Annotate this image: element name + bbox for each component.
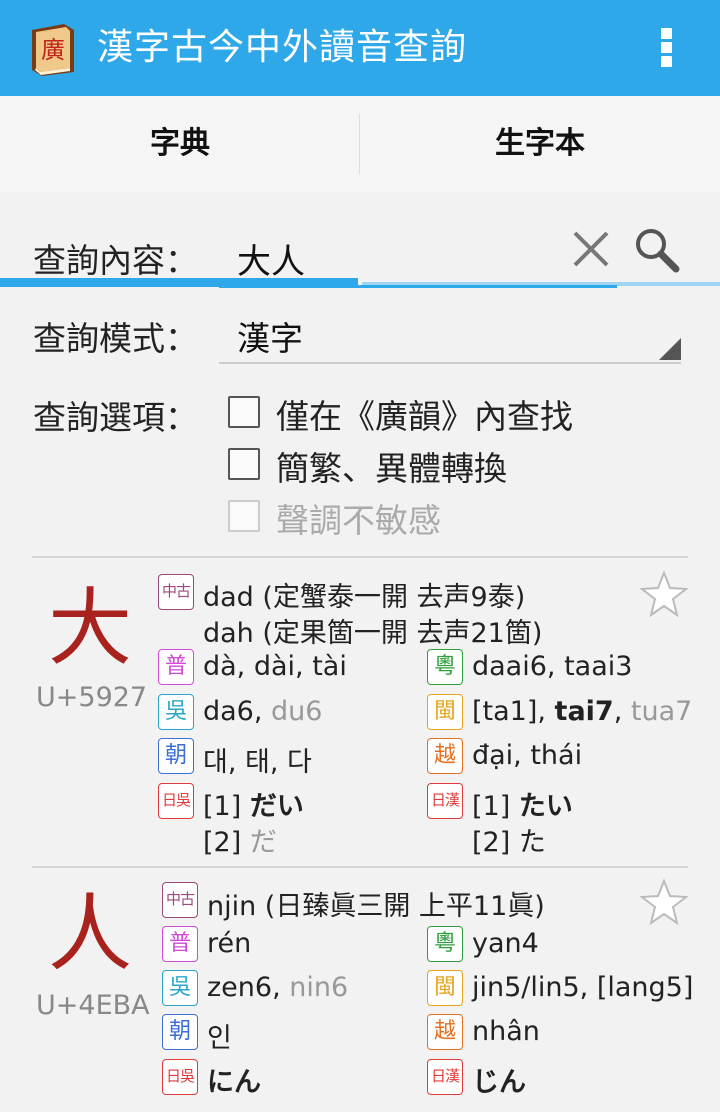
query-field[interactable]: 大人 — [219, 220, 617, 288]
mandarin-badge: 普 — [162, 926, 198, 962]
tab-vocabulary[interactable]: 生字本 — [360, 96, 720, 192]
entry-character: 人 — [47, 885, 132, 983]
korean-reading: 대, 태, 다 — [203, 747, 312, 778]
japanese-kan-on-badge: 日漢 — [427, 1059, 463, 1095]
option-guangyun-label[interactable]: 僅在《廣韻》內查找 — [276, 390, 573, 438]
japanese-go-on-badge: 日吳 — [158, 783, 194, 819]
entry-unicode: U+4EBA — [36, 990, 150, 1021]
entry-unicode: U+5927 — [36, 682, 148, 713]
mode-label: 查詢模式： — [33, 319, 198, 358]
cantonese-reading: yan4 — [472, 928, 539, 959]
option-tone-checkbox — [228, 500, 260, 532]
jp-go-reading: にん — [207, 1067, 261, 1098]
app-bar: 廣 漢字古今中外讀音查詢 — [0, 0, 720, 96]
mc-reading: dad (定蟹泰一開 去声9泰) — [203, 582, 526, 613]
divider — [32, 866, 688, 868]
option-convert-checkbox[interactable] — [228, 448, 260, 480]
vietnamese-reading: nhân — [472, 1016, 540, 1047]
korean-badge: 朝 — [162, 1014, 198, 1050]
cantonese-reading: daai6, taai3 — [472, 651, 633, 682]
jp-go-reading: [1] だい — [203, 791, 304, 822]
option-guangyun-checkbox[interactable] — [228, 396, 260, 428]
tab-dictionary[interactable]: 字典 — [0, 96, 360, 192]
mc-reading: njin (日臻眞三開 上平11眞) — [207, 891, 545, 922]
mode-value: 漢字 — [237, 319, 303, 358]
cantonese-badge: 粵 — [427, 926, 463, 962]
wu-badge: 吳 — [162, 970, 198, 1006]
wu-badge: 吳 — [158, 694, 194, 730]
cantonese-badge: 粵 — [427, 649, 463, 685]
clear-icon[interactable] — [570, 228, 612, 270]
options-label: 查詢選項： — [33, 398, 198, 437]
svg-text:廣: 廣 — [41, 36, 65, 64]
jp-kan-reading: じん — [472, 1067, 526, 1098]
minnan-reading: [ta1], tai7, tua7 — [472, 696, 693, 727]
jp-kan-reading: [2] た — [472, 827, 546, 858]
search-icon[interactable] — [631, 225, 681, 275]
mc-reading: dah (定果箇一開 去声21箇) — [203, 618, 543, 649]
japanese-go-on-badge: 日吳 — [162, 1059, 198, 1095]
korean-reading: 인 — [207, 1023, 232, 1054]
book-icon: 廣 — [32, 24, 74, 76]
dropdown-arrow-icon — [659, 338, 681, 360]
option-tone-label: 聲調不敏感 — [276, 501, 441, 540]
star-icon[interactable] — [640, 878, 688, 926]
korean-badge: 朝 — [158, 738, 194, 774]
wu-reading: zen6, nin6 — [207, 972, 349, 1003]
tab-bar: 字典 生字本 — [0, 96, 720, 287]
minnan-reading: jin5/lin5, [lang5] — [472, 972, 694, 1003]
middle-chinese-badge: 中古 — [158, 574, 194, 610]
jp-go-reading: [2] だ — [203, 827, 277, 858]
divider — [32, 556, 688, 558]
mandarin-reading: dà, dài, tài — [203, 651, 347, 682]
entry-character: 大 — [47, 579, 132, 677]
query-input[interactable]: 大人 — [237, 234, 305, 283]
japanese-kan-on-badge: 日漢 — [427, 783, 463, 819]
minnan-badge: 閩 — [427, 694, 463, 730]
vietnamese-reading: đại, thái — [472, 740, 583, 771]
app-title: 漢字古今中外讀音查詢 — [97, 27, 468, 68]
middle-chinese-badge: 中古 — [162, 882, 198, 918]
wu-reading: da6, du6 — [203, 696, 323, 727]
mode-select[interactable]: 漢字 — [219, 306, 681, 364]
overflow-menu-icon[interactable] — [658, 28, 674, 72]
minnan-badge: 閩 — [427, 970, 463, 1006]
option-convert-label[interactable]: 簡繁、異體轉換 — [276, 442, 507, 490]
mandarin-badge: 普 — [158, 649, 194, 685]
vietnamese-badge: 越 — [427, 1014, 463, 1050]
star-icon[interactable] — [640, 570, 688, 618]
jp-kan-reading: [1] たい — [472, 791, 573, 822]
mandarin-reading: rén — [207, 928, 252, 959]
query-label: 查詢內容： — [33, 241, 198, 280]
vietnamese-badge: 越 — [427, 738, 463, 774]
